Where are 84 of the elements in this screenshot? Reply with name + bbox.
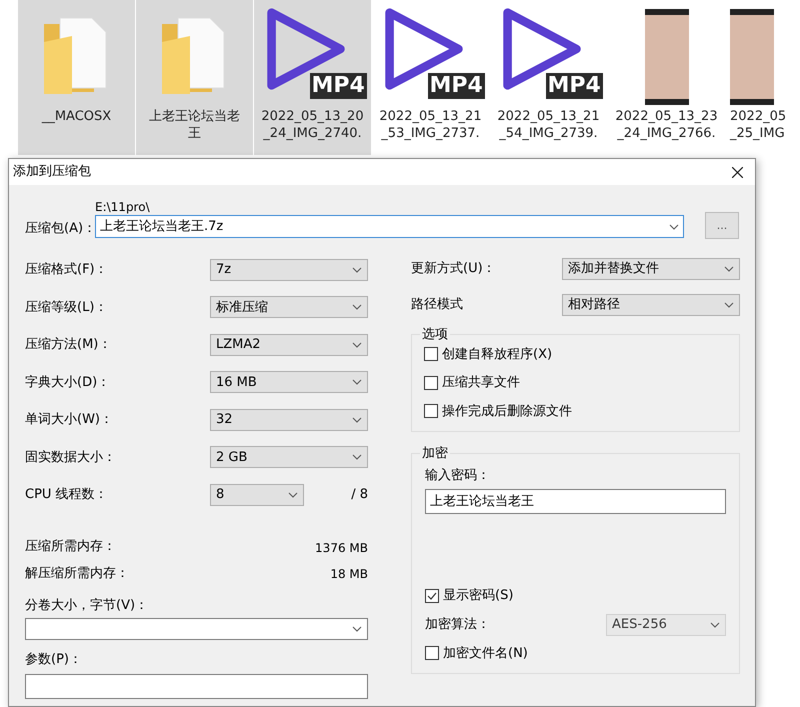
file-name: 2022_05_13_20 (261, 108, 364, 125)
chevron-down-icon (288, 492, 298, 498)
file-type-badge: MP4 (428, 73, 485, 99)
memory-value: 1376 MB (315, 540, 368, 556)
dropdown-field[interactable]: 16 MB (210, 371, 368, 394)
file-name: 2022_05_13_23 (615, 108, 718, 125)
file-name: 2022_05_13_21 (497, 108, 600, 125)
checkbox-label: 加密文件名(N) (443, 644, 528, 662)
dropdown-field[interactable]: 标准压缩 (210, 296, 368, 318)
field-label: 分卷大小，字节(V)： (25, 596, 150, 614)
chevron-down-icon (352, 626, 362, 632)
checkbox[interactable] (425, 588, 439, 603)
chevron-down-icon (352, 454, 362, 460)
file-item[interactable]: 2022_05_13_23 _24_IMG_2766. (608, 0, 725, 155)
dropdown-field[interactable]: LZMA2 (210, 334, 368, 356)
group-title: 加密 (421, 445, 449, 463)
file-item[interactable]: MP4 2022_05_13_20 _24_IMG_2740. (254, 0, 371, 155)
dropdown-field[interactable]: 添加并替换文件 (562, 258, 740, 280)
file-name: 王 (188, 125, 201, 142)
dropdown-field[interactable]: 32 (210, 408, 368, 431)
chevron-down-icon (352, 416, 362, 423)
field-label: 输入密码： (425, 466, 491, 484)
group-title: 选项 (421, 326, 449, 344)
checkbox-label: 压缩共享文件 (442, 374, 520, 392)
volume-size-field[interactable] (25, 618, 368, 640)
dropdown-field[interactable]: 7z (210, 258, 368, 281)
checkmark-icon (427, 592, 437, 600)
parameters-field[interactable] (25, 674, 368, 698)
field-label: 压缩等级(L)： (25, 298, 108, 316)
field-label: 压缩包(A)： (25, 220, 95, 238)
chevron-down-icon (352, 342, 362, 348)
field-label: 解压缩所需内存： (25, 564, 129, 583)
close-icon[interactable] (732, 166, 743, 178)
window-title: 添加到压缩包 (13, 163, 91, 182)
archive-path: E:\11pro\ (95, 199, 151, 215)
field-label: CPU 线程数： (25, 486, 109, 504)
file-name: __MACOSX (42, 108, 112, 125)
file-name: 上老王论坛当老 (149, 108, 240, 125)
field-label: 固实数据大小： (25, 448, 116, 466)
checkbox[interactable] (425, 646, 439, 660)
checkbox[interactable] (424, 376, 438, 390)
dropdown-field[interactable]: 2 GB (210, 446, 368, 468)
dropdown-field[interactable]: 8 (210, 484, 304, 506)
field-label: 字典大小(D)： (25, 374, 110, 392)
file-item[interactable]: MP4 2022_05_13_21 _53_IMG_2737. (372, 0, 489, 155)
chevron-down-icon (669, 224, 679, 230)
file-item[interactable]: 2022_05 _25_IMG (726, 0, 800, 155)
file-type-badge: MP4 (310, 73, 367, 99)
password-field[interactable]: 上老王论坛当老王 (425, 489, 726, 514)
checkbox-label: 显示密码(S) (443, 587, 514, 605)
file-name: _24_IMG_2740. (263, 125, 362, 142)
field-label: 单词大小(W)： (25, 411, 113, 429)
field-label: 压缩所需内存： (25, 538, 116, 556)
field-label: 参数(P)： (25, 651, 83, 669)
field-label: 压缩格式(F)： (25, 261, 108, 279)
checkbox[interactable] (424, 347, 438, 362)
dropdown-field[interactable]: 相对路径 (562, 294, 740, 316)
file-name: _54_IMG_2739. (499, 125, 598, 142)
chevron-down-icon (724, 266, 734, 272)
file-name: _24_IMG_2766. (617, 125, 716, 142)
file-name: 2022_05 (730, 108, 786, 125)
browse-button[interactable]: ... (705, 212, 739, 239)
file-name: _25_IMG (730, 125, 785, 142)
file-name: _53_IMG_2737. (381, 125, 480, 142)
file-item[interactable]: __MACOSX (18, 0, 135, 155)
field-label: 路径模式 (411, 296, 463, 314)
chevron-down-icon (710, 622, 720, 628)
checkbox[interactable] (424, 404, 438, 418)
chevron-down-icon (352, 266, 362, 273)
thread-total: / 8 (351, 486, 368, 504)
field-label: 加密算法： (425, 616, 490, 634)
chevron-down-icon (352, 304, 362, 310)
checkbox-label: 创建自释放程序(X) (442, 346, 552, 364)
chevron-down-icon (352, 379, 362, 386)
chevron-down-icon (724, 302, 734, 308)
file-type-badge: MP4 (546, 73, 603, 99)
file-item[interactable]: MP4 2022_05_13_21 _54_IMG_2739. (490, 0, 607, 155)
file-name: 2022_05_13_21 (379, 108, 482, 125)
field-label: 更新方式(U)： (411, 260, 496, 278)
field-label: 压缩方法(M)： (25, 336, 112, 354)
checkbox-label: 操作完成后删除源文件 (442, 402, 572, 420)
memory-value: 18 MB (330, 566, 368, 582)
archive-name-field[interactable]: 上老王论坛当老王.7z (95, 215, 684, 238)
file-item[interactable]: 上老王论坛当老 王 (136, 0, 253, 155)
